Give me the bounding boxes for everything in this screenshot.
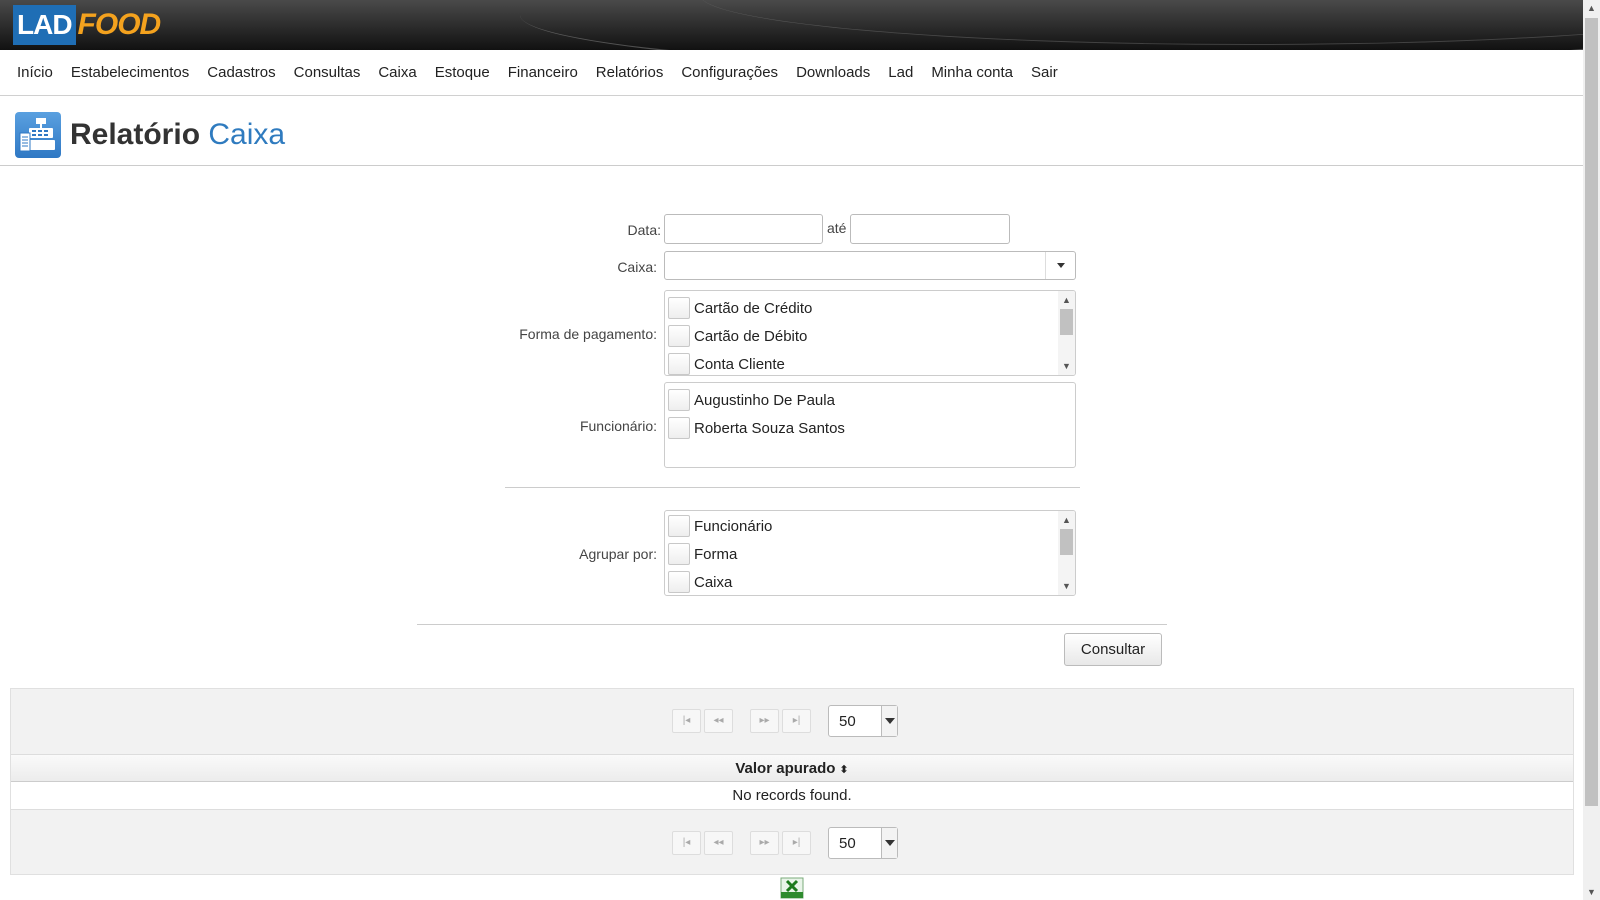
list-item[interactable]: Cartão de Débito — [665, 322, 1075, 350]
list-item[interactable]: Funcionário — [665, 512, 1075, 540]
checkbox[interactable] — [668, 571, 690, 593]
date-from-input[interactable] — [664, 214, 823, 244]
scroll-thumb[interactable] — [1585, 18, 1598, 806]
employee-option-label: Augustinho De Paula — [694, 391, 835, 409]
menu-item-cadastros[interactable]: Cadastros — [198, 64, 284, 81]
header-banner: LAD FOOD — [0, 0, 1583, 50]
list-item[interactable]: Forma — [665, 540, 1075, 568]
group-option-label: Forma — [694, 545, 738, 563]
rows-per-page-select[interactable]: 50 — [828, 827, 898, 859]
payment-label: Forma de pagamento: — [519, 326, 657, 342]
logo-food: FOOD — [77, 8, 162, 41]
scroll-down-icon[interactable]: ▼ — [1058, 579, 1075, 593]
page-title-main: Relatório — [70, 118, 201, 151]
column-header-label: Valor apurado — [735, 760, 836, 777]
next-page-icon[interactable]: ▸▸ — [750, 831, 779, 855]
checkbox[interactable] — [668, 543, 690, 565]
first-page-icon[interactable]: |◂ — [672, 709, 701, 733]
column-header-valor-apurado[interactable]: Valor apurado ⬍ — [11, 754, 1573, 782]
scroll-down-icon[interactable]: ▼ — [1058, 359, 1075, 373]
menu-item-minha-conta[interactable]: Minha conta — [922, 64, 1022, 81]
date-separator: até — [827, 220, 847, 236]
rows-per-page-value: 50 — [839, 713, 856, 730]
scroll-down-icon[interactable]: ▼ — [1583, 884, 1600, 900]
last-page-icon[interactable]: ▸| — [782, 709, 811, 733]
group-option-label: Funcionário — [694, 517, 773, 535]
divider — [505, 487, 1080, 488]
group-option-label: Caixa — [694, 573, 733, 591]
logo[interactable]: LAD FOOD — [13, 5, 162, 45]
menu-item-downloads[interactable]: Downloads — [787, 64, 879, 81]
page-scrollbar[interactable]: ▲ ▼ — [1583, 0, 1600, 900]
page-title: Relatório Caixa — [70, 118, 285, 152]
sort-icon[interactable]: ⬍ — [839, 764, 848, 776]
consultar-button[interactable]: Consultar — [1064, 633, 1162, 666]
checkbox[interactable] — [668, 417, 690, 439]
payment-scrollbar[interactable]: ▲ ▼ — [1058, 291, 1075, 375]
next-page-icon[interactable]: ▸▸ — [750, 709, 779, 733]
empty-message: No records found. — [11, 782, 1573, 810]
prev-page-icon[interactable]: ◂◂ — [704, 709, 733, 733]
menu-item-estoque[interactable]: Estoque — [426, 64, 499, 81]
last-page-icon[interactable]: ▸| — [782, 831, 811, 855]
group-label: Agrupar por: — [579, 546, 657, 562]
caixa-label: Caixa: — [617, 259, 657, 275]
date-to-input[interactable] — [850, 214, 1010, 244]
group-listbox[interactable]: Funcionário Forma Caixa ▲ ▼ — [664, 510, 1076, 596]
scroll-thumb[interactable] — [1060, 529, 1073, 555]
rows-per-page-select[interactable]: 50 — [828, 705, 898, 737]
employee-option-label: Roberta Souza Santos — [694, 419, 845, 437]
cash-register-icon — [15, 112, 61, 158]
list-item[interactable]: Cartão de Crédito — [665, 294, 1075, 322]
list-item[interactable]: Augustinho De Paula — [665, 386, 1075, 414]
menu-item-lad[interactable]: Lad — [879, 64, 922, 81]
menu-item-caixa[interactable]: Caixa — [369, 64, 425, 81]
page-title-accent: Caixa — [208, 118, 286, 151]
payment-option-label: Cartão de Crédito — [694, 299, 813, 317]
menu-item-financeiro[interactable]: Financeiro — [499, 64, 587, 81]
menu-item-configuracoes[interactable]: Configurações — [672, 64, 787, 81]
checkbox[interactable] — [668, 389, 690, 411]
checkbox[interactable] — [668, 297, 690, 319]
scroll-up-icon[interactable]: ▲ — [1058, 513, 1075, 527]
payment-option-label: Conta Cliente — [694, 355, 785, 373]
main-menu: Início Estabelecimentos Cadastros Consul… — [0, 50, 1583, 96]
menu-item-estabelecimentos[interactable]: Estabelecimentos — [62, 64, 198, 81]
chevron-down-icon[interactable] — [881, 828, 897, 858]
payment-option-label: Cartão de Débito — [694, 327, 808, 345]
first-page-icon[interactable]: |◂ — [672, 831, 701, 855]
paginator-top: |◂ ◂◂ ▸▸ ▸| 50 — [11, 689, 1573, 749]
list-item[interactable]: Roberta Souza Santos — [665, 414, 1075, 442]
menu-item-relatorios[interactable]: Relatórios — [587, 64, 673, 81]
menu-item-sair[interactable]: Sair — [1022, 64, 1067, 81]
scroll-thumb[interactable] — [1060, 309, 1073, 335]
paginator-bottom: |◂ ◂◂ ▸▸ ▸| 50 — [11, 811, 1573, 871]
menu-item-consultas[interactable]: Consultas — [285, 64, 370, 81]
checkbox[interactable] — [668, 515, 690, 537]
results-table: |◂ ◂◂ ▸▸ ▸| 50 Valor apurado ⬍ No records… — [10, 688, 1574, 875]
logo-lad: LAD — [13, 5, 76, 45]
date-label: Data: — [627, 222, 661, 238]
checkbox[interactable] — [668, 325, 690, 347]
employee-listbox[interactable]: Augustinho De Paula Roberta Souza Santos — [664, 382, 1076, 468]
chevron-down-icon[interactable] — [1045, 252, 1075, 279]
page-header: Relatório Caixa — [0, 96, 1583, 166]
divider — [417, 624, 1167, 625]
caixa-select[interactable] — [664, 251, 1076, 280]
payment-listbox[interactable]: Cartão de Crédito Cartão de Débito Conta… — [664, 290, 1076, 376]
employee-label: Funcionário: — [579, 418, 657, 434]
checkbox[interactable] — [668, 353, 690, 375]
menu-item-inicio[interactable]: Início — [8, 64, 62, 81]
rows-per-page-value: 50 — [839, 835, 856, 852]
scroll-up-icon[interactable]: ▲ — [1583, 0, 1600, 16]
scroll-up-icon[interactable]: ▲ — [1058, 293, 1075, 307]
excel-export-icon[interactable] — [779, 877, 805, 899]
group-scrollbar[interactable]: ▲ ▼ — [1058, 511, 1075, 595]
list-item[interactable]: Caixa — [665, 568, 1075, 595]
list-item[interactable]: Conta Cliente — [665, 350, 1075, 375]
chevron-down-icon[interactable] — [881, 706, 897, 736]
prev-page-icon[interactable]: ◂◂ — [704, 831, 733, 855]
